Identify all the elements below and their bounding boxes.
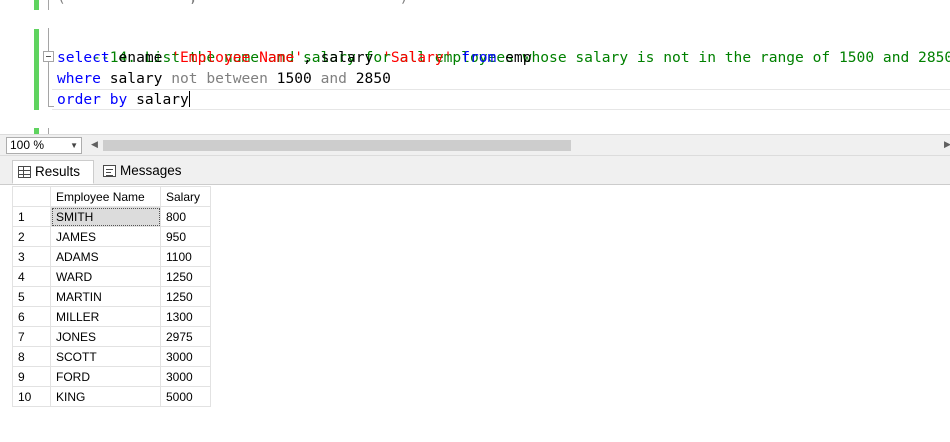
fold-guide bbox=[48, 0, 49, 10]
code-text: salary bbox=[127, 91, 189, 108]
cell-salary[interactable]: 1100 bbox=[160, 246, 211, 267]
code-line-select[interactable]: select ename 'Employee Name', salary 'Sa… bbox=[57, 47, 532, 68]
table-row[interactable]: 2 JAMES 950 bbox=[12, 226, 211, 247]
table-row[interactable]: 4 WARD 1250 bbox=[12, 266, 211, 287]
table-row[interactable]: 8 SCOTT 3000 bbox=[12, 346, 211, 367]
query-editor[interactable]: ( , ) --14. List the name and salary for… bbox=[0, 0, 950, 134]
scroll-left-arrow-icon[interactable]: ◀ bbox=[91, 139, 98, 150]
code-line-partial: ( , ) bbox=[57, 0, 408, 8]
row-number-header[interactable] bbox=[12, 186, 51, 207]
results-tabstrip: Results Messages bbox=[0, 156, 950, 185]
row-number[interactable]: 6 bbox=[12, 306, 51, 327]
table-row[interactable]: 5 MARTIN 1250 bbox=[12, 286, 211, 307]
cell-employee-name[interactable]: KING bbox=[50, 386, 161, 407]
cell-employee-name[interactable]: JAMES bbox=[50, 226, 161, 247]
tab-messages[interactable]: Messages bbox=[98, 160, 190, 184]
cell-salary[interactable]: 950 bbox=[160, 226, 211, 247]
tab-results[interactable]: Results bbox=[12, 160, 94, 184]
cell-employee-name[interactable]: WARD bbox=[50, 266, 161, 287]
table-row[interactable]: 6 MILLER 1300 bbox=[12, 306, 211, 327]
keyword-from: from bbox=[461, 49, 497, 66]
cell-salary[interactable]: 3000 bbox=[160, 366, 211, 387]
table-row[interactable]: 3 ADAMS 1100 bbox=[12, 246, 211, 267]
tab-label: Results bbox=[35, 164, 81, 179]
row-number[interactable]: 10 bbox=[12, 386, 51, 407]
cell-employee-name[interactable]: FORD bbox=[50, 366, 161, 387]
cell-employee-name[interactable]: SMITH bbox=[50, 206, 161, 227]
fold-guide bbox=[48, 28, 49, 51]
code-text: 2850 bbox=[346, 70, 391, 87]
cell-employee-name[interactable]: ADAMS bbox=[50, 246, 161, 267]
code-line-where[interactable]: where salary not between 1500 and 2850 bbox=[57, 68, 391, 89]
string-literal: 'Salary' bbox=[382, 49, 453, 66]
code-text: 1500 bbox=[267, 70, 321, 87]
cell-salary[interactable]: 2975 bbox=[160, 326, 211, 347]
keyword-where: where bbox=[57, 70, 101, 87]
zoom-value: 100 % bbox=[10, 138, 45, 152]
cell-salary[interactable]: 3000 bbox=[160, 346, 211, 367]
fold-guide bbox=[48, 62, 49, 107]
keyword-order-by: order by bbox=[57, 91, 128, 108]
code-text: emp bbox=[496, 49, 532, 66]
row-number[interactable]: 5 bbox=[12, 286, 51, 307]
collapse-region-icon[interactable] bbox=[43, 51, 54, 62]
cell-employee-name[interactable]: JONES bbox=[50, 326, 161, 347]
text-caret bbox=[188, 91, 190, 107]
row-number[interactable]: 7 bbox=[12, 326, 51, 347]
code-text: , salary bbox=[303, 49, 383, 66]
editor-status-bar: 100 % ▼ ◀ ▶ bbox=[0, 134, 950, 156]
column-header-employee-name[interactable]: Employee Name bbox=[50, 186, 161, 207]
row-number[interactable]: 9 bbox=[12, 366, 51, 387]
keyword-select: select bbox=[57, 49, 110, 66]
change-indicator bbox=[34, 0, 39, 10]
table-row[interactable]: 10 KING 5000 bbox=[12, 386, 211, 407]
column-header-salary[interactable]: Salary bbox=[160, 186, 211, 207]
results-grid[interactable]: Employee Name Salary 1 SMITH 800 2 JAMES 950… bbox=[12, 186, 211, 407]
grid-header-row: Employee Name Salary bbox=[12, 186, 211, 207]
grid-icon bbox=[18, 166, 31, 178]
table-row[interactable]: 9 FORD 3000 bbox=[12, 366, 211, 387]
row-number[interactable]: 2 bbox=[12, 226, 51, 247]
string-literal: 'Employee Name' bbox=[171, 49, 304, 66]
scroll-right-arrow-icon[interactable]: ▶ bbox=[944, 139, 950, 150]
results-pane: Results Messages Employee Name Salary 1S… bbox=[0, 156, 950, 442]
table-row[interactable]: 1 SMITH 800 bbox=[12, 206, 211, 227]
cell-salary[interactable]: 800 bbox=[160, 206, 211, 227]
cell-employee-name[interactable]: MILLER bbox=[50, 306, 161, 327]
change-indicator bbox=[34, 29, 39, 110]
code-text: ename bbox=[109, 49, 172, 66]
zoom-dropdown[interactable]: 100 % ▼ bbox=[6, 137, 82, 154]
horizontal-scrollbar-thumb[interactable] bbox=[103, 140, 571, 151]
cell-employee-name[interactable]: SCOTT bbox=[50, 346, 161, 367]
code-text: salary bbox=[100, 70, 172, 87]
row-number[interactable]: 3 bbox=[12, 246, 51, 267]
code-line-comment[interactable]: --14. List the name and salary for all e… bbox=[57, 26, 950, 66]
keyword-not-between: not between bbox=[171, 70, 268, 87]
keyword-and: and bbox=[320, 70, 347, 87]
messages-icon bbox=[103, 165, 116, 177]
cell-salary[interactable]: 1300 bbox=[160, 306, 211, 327]
table-row[interactable]: 7 JONES 2975 bbox=[12, 326, 211, 347]
chevron-down-icon: ▼ bbox=[70, 141, 78, 150]
code-line-order-by[interactable]: order by salary bbox=[57, 89, 190, 110]
cell-salary[interactable]: 5000 bbox=[160, 386, 211, 407]
tab-label: Messages bbox=[120, 163, 182, 178]
row-number[interactable]: 4 bbox=[12, 266, 51, 287]
row-number[interactable]: 8 bbox=[12, 346, 51, 367]
cell-employee-name[interactable]: MARTIN bbox=[50, 286, 161, 307]
row-number[interactable]: 1 bbox=[12, 206, 51, 227]
cell-salary[interactable]: 1250 bbox=[160, 286, 211, 307]
cell-salary[interactable]: 1250 bbox=[160, 266, 211, 287]
